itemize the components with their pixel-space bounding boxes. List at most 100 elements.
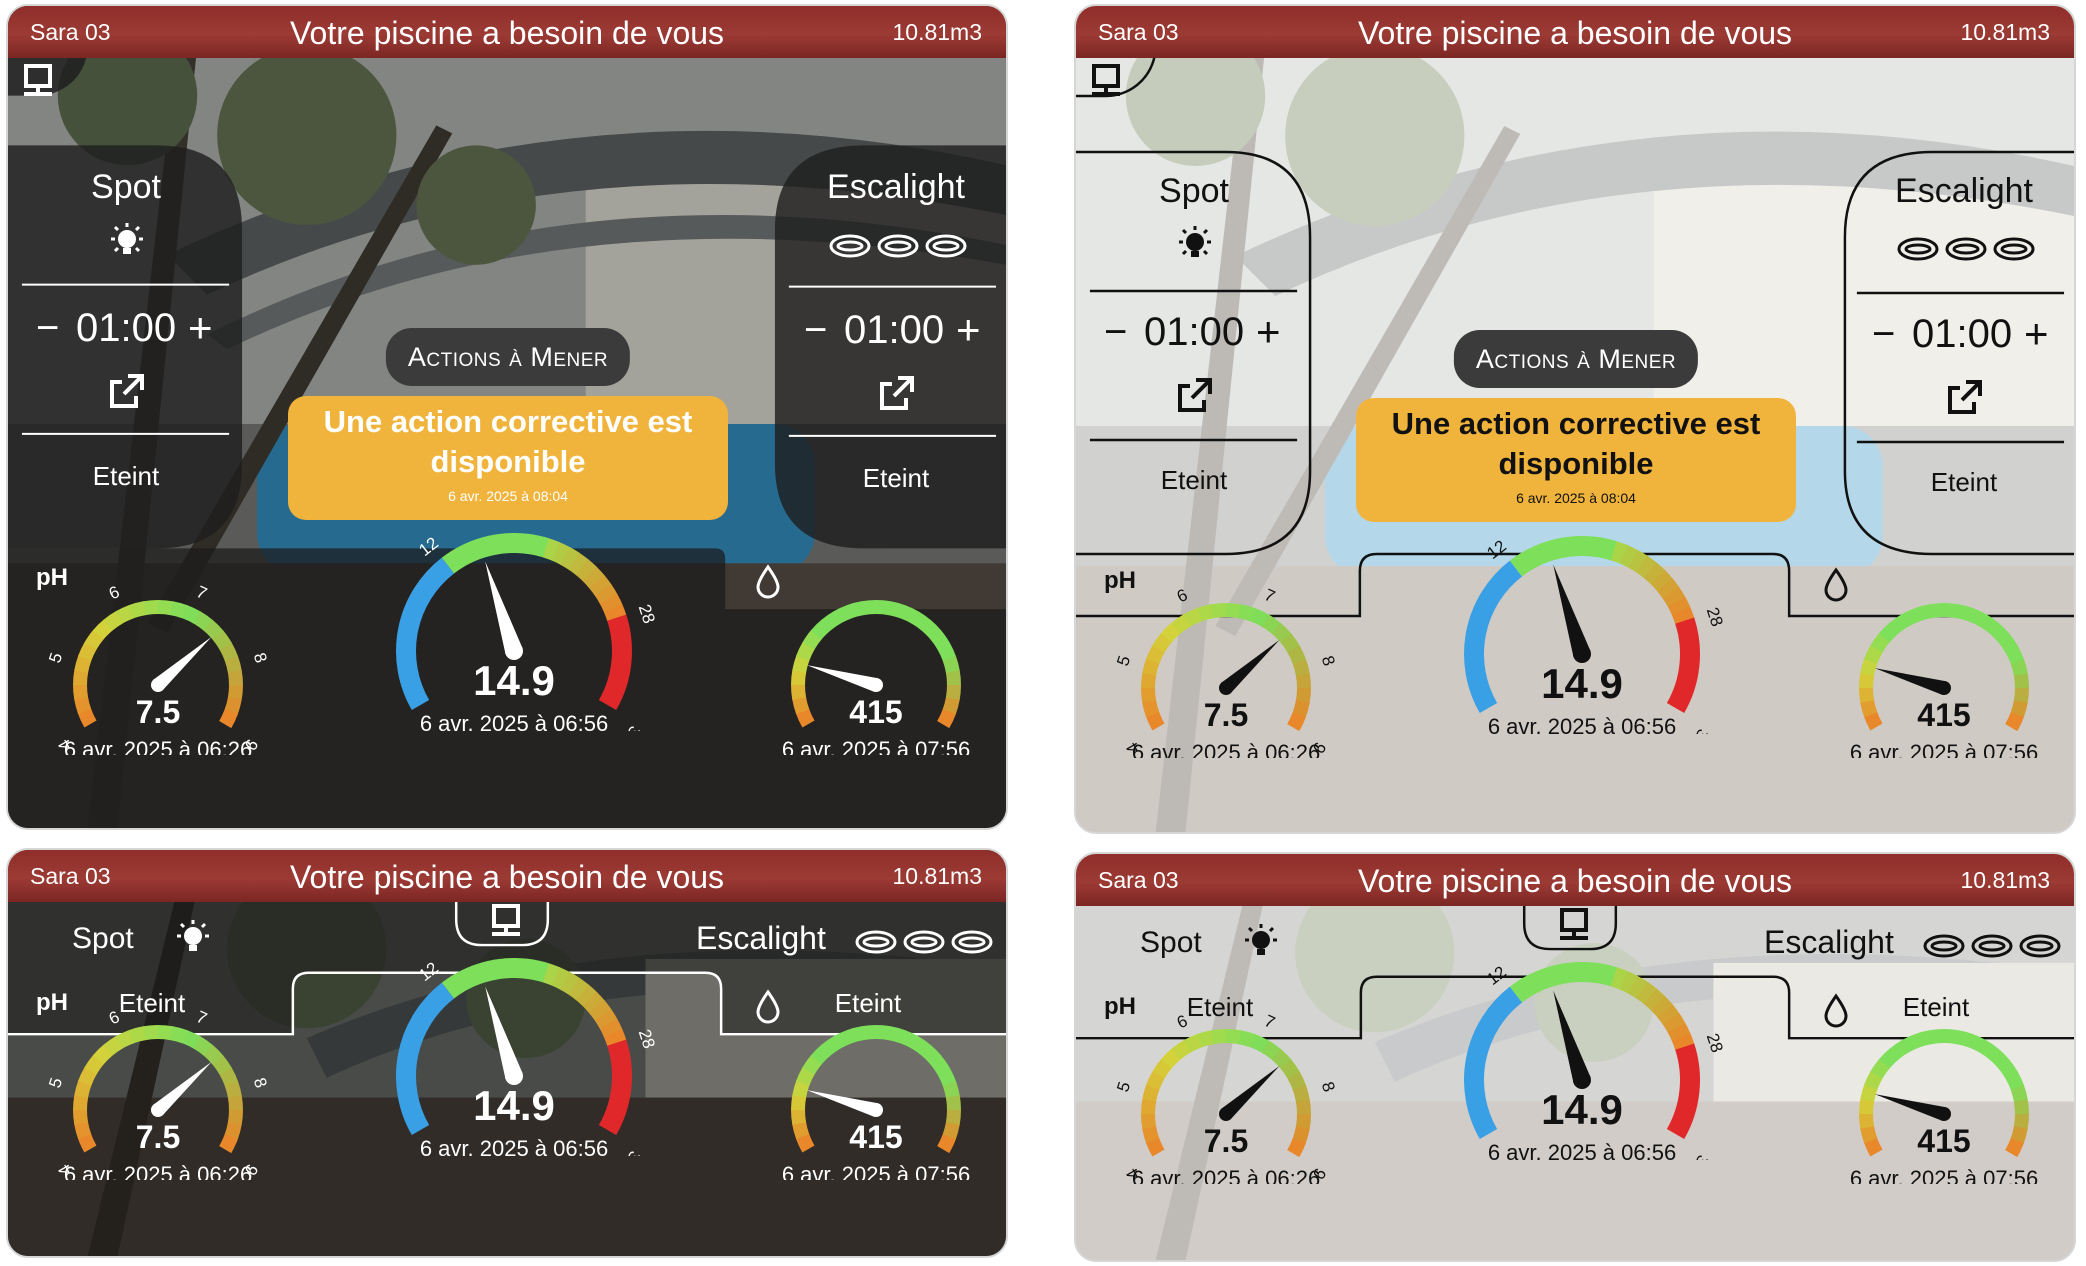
escalight-decrease-button[interactable]: − [1872,312,1895,357]
ph-tick-label: 6 [106,582,122,603]
escalight-increase-button[interactable]: + [2024,310,2049,358]
ph-scale-segment [1141,1098,1157,1115]
orp-scale-segment [1979,1040,2000,1061]
header-bar: Sara 03 Votre piscine a besoin de vous 1… [8,6,1006,58]
orp-scale-segment [796,1066,815,1086]
temperature-scale-segment [1549,963,1566,986]
temperature-date: 6 avr. 2025 à 06:56 [420,711,608,731]
escalight-decrease-button[interactable]: − [804,308,827,353]
orp-scale-segment [792,1080,810,1098]
escalight-increase-button[interactable]: + [956,306,981,354]
orp-scale-segment [1860,1125,1878,1144]
ph-tick-label: 6 [1174,1011,1190,1032]
orp-scale-segment [1989,1048,2010,1069]
display-toggle-button[interactable] [20,62,60,107]
orp-scale-segment [2010,700,2028,718]
spot-decrease-button[interactable]: − [36,306,59,351]
escalight-open-external-icon[interactable] [878,374,916,412]
orp-scale-segment [2010,1126,2028,1144]
orp-scale-segment [833,1029,853,1049]
monitor-icon [24,64,52,96]
orp-date: 6 avr. 2025 à 07:56 [782,737,970,755]
spot-status: Eteint [92,461,160,491]
temperature-scale-segment [1657,1004,1680,1026]
orp-scale-segment [791,1109,807,1125]
orp-scale-segment [1914,1030,1933,1048]
pool-volume: 10.81m3 [892,19,982,45]
ph-scale-segment [1142,1084,1160,1102]
temperature-scale-segment [451,545,471,569]
temperature-value: 14.9 [1541,660,1623,707]
ph-value: 7.5 [136,694,180,730]
temperature-scale-segment [1539,540,1557,563]
orp-scale-segment [1998,633,2018,654]
ph-tick-label: 6 [106,1007,122,1028]
orp-scale-segment [1956,1030,1974,1048]
ph-scale-segment [1152,632,1173,653]
orp-needle [806,665,878,692]
pool-volume: 10.81m3 [1960,19,2050,45]
ph-tick-label: 5 [45,1075,66,1090]
orp-scale-segment [945,1095,961,1111]
ph-scale-segment [227,670,243,686]
temperature-date: 6 avr. 2025 à 06:56 [1488,714,1676,734]
orp-scale-segment [1878,1048,1899,1069]
orp-scale-segment [921,1044,942,1065]
temperature-hot-zone [598,1039,632,1135]
temperature-tick-label: 0 [1454,730,1475,734]
spot-increase-button[interactable]: + [1256,308,1281,356]
water-drop-icon [756,564,780,599]
ph-date: 6 avr. 2025 à 06:26 [1132,1166,1320,1184]
temperature-scale-segment [1601,538,1618,561]
ph-tick-label: 5 [1113,1079,1134,1094]
spot-open-external-icon[interactable] [1176,376,1214,414]
spot-open-external-icon[interactable] [108,372,146,410]
ph-scale-segment [1287,1138,1306,1158]
temperature-scale-segment [1671,1032,1695,1051]
temperature-scale-segment [1509,553,1531,577]
ph-scale-segment [77,1133,97,1153]
temperature-scale-segment [599,1018,623,1038]
orp-scale-segment [911,1036,932,1057]
temperature-scale-segment [1519,548,1539,572]
escalight-timer: 01:00 [1912,312,2013,356]
temperature-scale-segment [594,584,618,605]
orp-scale-segment [791,684,807,700]
orp-scale-segment [1859,1098,1875,1115]
ph-value: 7.5 [136,1119,180,1155]
temperature-tick-label: 28 [635,1027,659,1051]
orp-scale-segment [937,1067,957,1087]
orp-value: 415 [1917,1123,1970,1159]
orp-scale-segment [1860,699,1878,718]
ph-scale-segment [1261,614,1282,635]
temperature-scale-segment [471,962,489,985]
temperature-scale-segment [1650,995,1673,1018]
spot-decrease-button[interactable]: − [1104,310,1127,355]
temperature-scale-segment [1662,587,1686,608]
ph-scale-segment [1295,673,1311,689]
temperature-scale-segment [1662,1013,1686,1034]
display-toggle-button[interactable] [1088,62,1128,107]
orp-scale-segment [1943,1029,1960,1045]
orp-scale-segment [875,1025,892,1041]
temperature-scale-segment [481,534,498,557]
orp-scale-segment [942,1080,960,1099]
ph-scale-segment [1292,658,1310,677]
orp-scale-segment [792,655,810,673]
header-bar: Sara 03 Votre piscine a besoin de vous 1… [8,850,1006,902]
actions-title-button[interactable]: Actions à Mener [385,328,631,386]
orp-scale-segment [802,1054,823,1075]
ph-scale-segment [84,1054,105,1075]
ph-scale-segment [1142,658,1160,676]
spot-increase-button[interactable]: + [188,304,213,352]
ph-tick-label: 5 [45,650,66,665]
water-drop-icon [756,989,780,1024]
ph-scale-segment [1238,1030,1256,1048]
ph-scale-segment [1292,700,1310,718]
temperature-scale-segment [515,533,528,554]
actions-title-button[interactable]: Actions à Mener [1453,330,1699,388]
ph-scale-segment [1280,633,1300,654]
escalight-name: Escalight [696,920,826,956]
escalight-open-external-icon[interactable] [1946,378,1984,416]
temperature-scale-segment [560,546,580,570]
